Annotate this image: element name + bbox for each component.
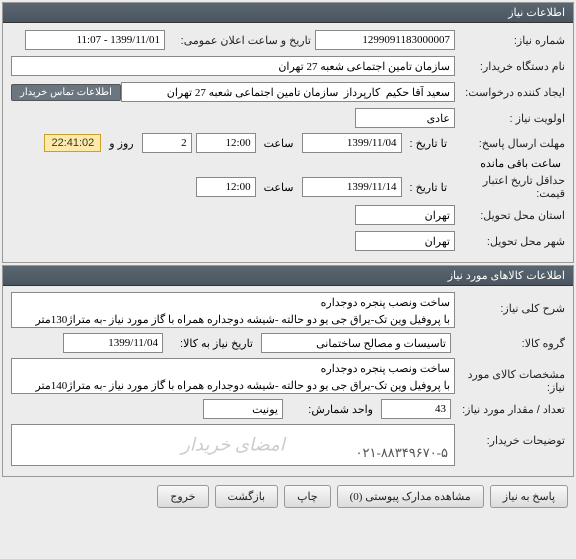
deadline-time-label: ساعت [260,137,298,150]
spec-textarea[interactable] [11,358,455,394]
days-remaining-input[interactable] [142,133,192,153]
delivery-state-input[interactable] [355,205,455,225]
back-button[interactable]: بازگشت [215,485,279,508]
reply-button[interactable]: پاسخ به نیاز [490,485,568,508]
print-button[interactable]: چاپ [284,485,331,508]
min-valid-time-input[interactable] [196,177,256,197]
button-bar: پاسخ به نیاز مشاهده مدارک پیوستی (0) چاپ… [0,479,576,514]
goods-info-body: شرح کلی نیاز: گروه کالا: تاریخ نیاز به ک… [3,286,573,476]
priority-input[interactable] [355,108,455,128]
buyer-notes-label: توضیحات خریدار: [455,424,565,447]
delivery-city-label: شهر محل تحویل: [455,235,565,248]
buyer-notes-watermark: امضای خریدار [181,435,285,456]
need-info-header: اطلاعات نیاز [3,3,573,23]
creator-input[interactable] [121,82,455,102]
exit-button[interactable]: خروج [157,485,208,508]
min-valid-label: حداقل تاریخ اعتبار قیمت: [455,174,565,200]
need-info-body: شماره نیاز: تاریخ و ساعت اعلان عمومی: نا… [3,23,573,262]
qty-input[interactable] [381,399,451,419]
unit-input[interactable] [203,399,283,419]
time-remaining-badge: 22:41:02 [44,134,101,152]
time-remaining-label: ساعت باقی مانده [476,157,565,170]
spec-label: مشخصات کالای مورد نیاز: [455,358,565,394]
buyer-org-label: نام دستگاه خریدار: [455,60,565,73]
deadline-to-label: تا تاریخ : [406,137,451,150]
goods-info-header: اطلاعات کالاهای مورد نیاز [3,266,573,286]
buyer-notes-box[interactable]: امضای خریدار ۰۲۱-۸۸۳۴۹۶۷۰-۵ [11,424,455,466]
creator-label: ایجاد کننده درخواست: [455,86,565,99]
deadline-label: مهلت ارسال پاسخ: [455,137,565,150]
announce-date-label: تاریخ و ساعت اعلان عمومی: [165,34,315,47]
min-valid-time-label: ساعت [260,181,298,194]
request-no-label: شماره نیاز: [455,34,565,47]
group-input[interactable] [261,333,451,353]
delivery-city-input[interactable] [355,231,455,251]
min-valid-to-label: تا تاریخ : [406,181,451,194]
goods-info-panel: اطلاعات کالاهای مورد نیاز شرح کلی نیاز: … [2,265,574,477]
deadline-time-input[interactable] [196,133,256,153]
desc-label: شرح کلی نیاز: [455,292,565,315]
need-date-label: تاریخ نیاز به کالا: [167,337,257,350]
priority-label: اولویت نیاز : [455,112,565,125]
need-info-panel: اطلاعات نیاز شماره نیاز: تاریخ و ساعت اع… [2,2,574,263]
buyer-org-input[interactable] [11,56,455,76]
qty-label: تعداد / مقدار مورد نیاز: [455,403,565,416]
desc-textarea[interactable] [11,292,455,328]
delivery-state-label: استان محل تحویل: [455,209,565,222]
need-date-input[interactable] [63,333,163,353]
group-label: گروه کالا: [455,337,565,350]
buyer-contact-button[interactable]: اطلاعات تماس خریدار [11,84,121,101]
days-remaining-label: روز و [105,137,137,150]
announce-date-input[interactable] [25,30,165,50]
attachments-button[interactable]: مشاهده مدارک پیوستی (0) [337,485,484,508]
deadline-date-input[interactable] [302,133,402,153]
unit-label: واحد شمارش: [287,403,377,416]
request-no-input[interactable] [315,30,455,50]
min-valid-date-input[interactable] [302,177,402,197]
buyer-notes-phone: ۰۲۱-۸۸۳۴۹۶۷۰-۵ [356,445,448,461]
